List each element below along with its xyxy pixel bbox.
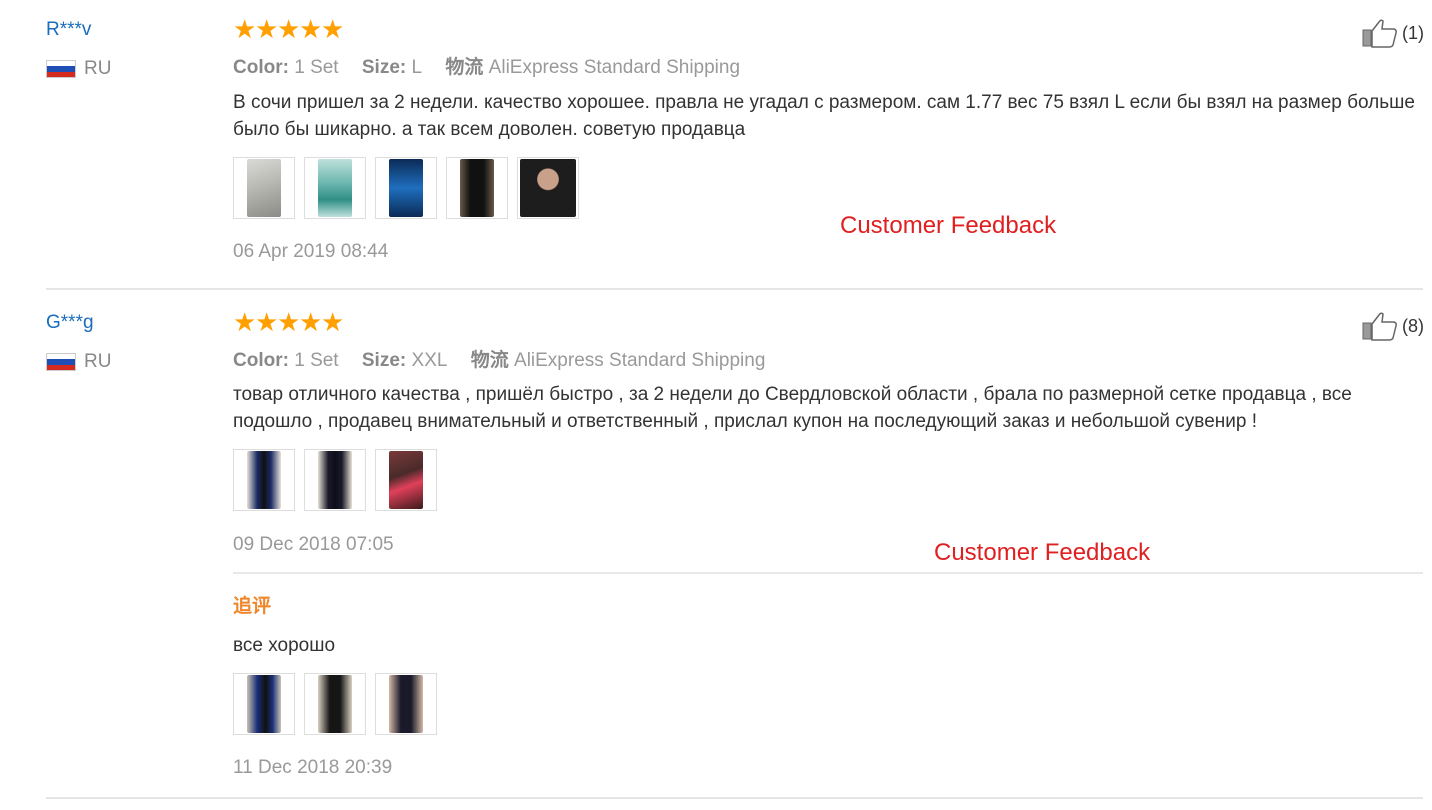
review-divider [46,288,1423,290]
review-text: товар отличного качества , пришёл быстро… [233,384,1352,432]
star-icon: ★ [321,308,345,338]
photo-thumbnail[interactable] [375,673,437,735]
reviewer-name[interactable]: R***v [46,19,91,41]
shipping-value: AliExpress Standard Shipping [488,57,741,78]
star-icon: ★ [299,15,323,45]
photo-thumbnail[interactable] [517,157,579,219]
review-text: В сочи пришел за 2 недели. качество хоро… [233,92,1415,140]
star-icon: ★ [233,15,257,45]
shipping-label: 物流 [445,57,484,78]
thumbs-up-icon [1362,19,1397,48]
star-icon: ★ [299,308,323,338]
helpful-button[interactable]: (8) [1362,311,1424,341]
russia-flag-icon [46,60,76,78]
review-photos [233,157,579,219]
color-label: Color: [233,350,289,371]
shipping-label: 物流 [470,350,509,371]
review-divider [46,797,1423,799]
photo-thumbnail[interactable] [304,449,366,511]
photo-thumbnail[interactable] [304,157,366,219]
watermark-text: Customer Feedback [934,539,1151,566]
color-value: 1 Set [294,350,339,371]
helpful-count: (1) [1402,22,1424,43]
size-value: L [411,57,423,78]
shipping-value: AliExpress Standard Shipping [514,350,766,371]
helpful-count: (8) [1402,315,1424,336]
star-rating: ★ ★ ★ ★ ★ [233,308,345,338]
photo-thumbnail[interactable] [233,673,295,735]
reviewer-country: RU [46,58,111,80]
thumbs-up-icon [1362,312,1397,341]
helpful-button[interactable]: (1) [1362,18,1424,48]
order-info: Color: 1 Set Size: L 物流 AliExpress Stand… [233,52,740,79]
star-icon: ★ [277,15,301,45]
watermark-text: Customer Feedback [840,212,1057,239]
star-icon: ★ [321,15,345,45]
size-label: Size: [361,350,407,371]
star-icon: ★ [233,308,257,338]
order-info: Color: 1 Set Size: XXL 物流 AliExpress Sta… [233,345,765,372]
photo-image [318,675,352,733]
color-value: 1 Set [294,57,339,78]
photo-thumbnail[interactable] [375,449,437,511]
review-photos [233,449,437,511]
photo-image [389,159,423,217]
photo-thumbnail[interactable] [304,673,366,735]
review-date: 06 Apr 2019 08:44 [233,241,389,262]
size-value: XXL [411,350,448,371]
russia-flag-icon [46,353,76,371]
star-icon: ★ [277,308,301,338]
reviewer-name[interactable]: G***g [46,312,94,334]
star-icon: ★ [255,308,279,338]
photo-thumbnail[interactable] [233,449,295,511]
country-code: RU [84,58,112,79]
photo-image [247,159,281,217]
photo-thumbnail[interactable] [375,157,437,219]
size-label: Size: [361,57,407,78]
photo-image [318,159,352,217]
additional-review-photos [233,673,437,735]
additional-review-date: 11 Dec 2018 20:39 [233,757,393,778]
star-icon: ★ [255,15,279,45]
photo-thumbnail[interactable] [446,157,508,219]
photo-image [520,159,576,217]
country-code: RU [84,351,112,372]
additional-review-label: 追评 [233,596,272,617]
review-date: 09 Dec 2018 07:05 [233,534,394,555]
photo-image [247,675,281,733]
photo-image [460,159,494,217]
photo-image [389,451,423,509]
star-rating: ★ ★ ★ ★ ★ [233,15,345,45]
photo-image [318,451,352,509]
color-label: Color: [233,57,289,78]
photo-image [389,675,423,733]
reviewer-country: RU [46,351,111,373]
photo-image [247,451,281,509]
additional-review-divider [233,572,1423,574]
additional-review-text: все хорошо [233,635,336,656]
photo-thumbnail[interactable] [233,157,295,219]
